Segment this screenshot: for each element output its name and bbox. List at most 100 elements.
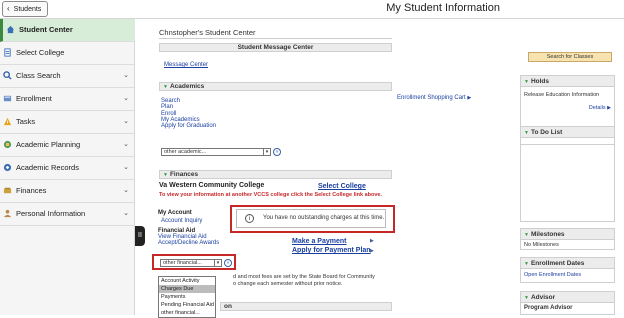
- message-center-header: Student Message Center: [159, 43, 392, 52]
- document-icon: [4, 48, 11, 57]
- milestones-header: ▼ Milestones: [521, 229, 614, 240]
- holds-item: Release Education Information: [524, 92, 600, 98]
- highlight-box-select: [152, 254, 236, 270]
- program-advisor-label: Program Advisor: [524, 305, 573, 311]
- sidebar-item-tasks[interactable]: Tasks ⌄: [0, 111, 135, 134]
- dropdown-option[interactable]: Payments: [159, 293, 215, 301]
- sidebar-item-select-college[interactable]: Select College: [0, 42, 135, 65]
- sidebar-item-label: Personal Information: [16, 209, 86, 218]
- sidebar-item-finances[interactable]: Finances ⌄: [0, 180, 135, 203]
- chevron-down-icon: ⌄: [123, 187, 129, 194]
- collapse-triangle-icon[interactable]: ▼: [524, 261, 529, 267]
- sidebar-item-label: Student Center: [19, 25, 73, 34]
- collapse-triangle-icon[interactable]: ▼: [524, 130, 529, 136]
- sidebar-item-personal-information[interactable]: Personal Information ⌄: [0, 203, 135, 226]
- chevron-down-icon: ⌄: [123, 72, 129, 79]
- collapse-triangle-icon[interactable]: ▼: [524, 79, 529, 85]
- milestones-panel: ▼ Milestones No Milestones: [520, 228, 615, 250]
- advisor-panel: ▼ Advisor Program Advisor: [520, 291, 615, 315]
- milestones-body: No Milestones: [524, 242, 559, 248]
- collapse-triangle-icon[interactable]: ▼: [163, 172, 168, 178]
- home-icon: [6, 25, 15, 34]
- arrow-right-icon: ▶: [370, 248, 374, 254]
- finances-header-label: Finances: [169, 171, 199, 178]
- search-icon: [3, 71, 12, 80]
- tuition-note-line1: d and most fees are set by the State Boa…: [233, 274, 375, 280]
- chevron-down-icon: ⌄: [123, 118, 129, 125]
- dropdown-option-selected[interactable]: Charges Due: [159, 285, 215, 293]
- sidebar-item-label: Class Search: [16, 71, 61, 80]
- back-button-label: Students: [13, 6, 42, 13]
- select-college-link[interactable]: Select College: [318, 183, 366, 190]
- open-enrollment-dates-link[interactable]: Open Enrollment Dates: [521, 269, 614, 281]
- enrollment-cart-link[interactable]: Enrollment Shopping Cart ▶: [397, 95, 471, 101]
- sidebar-item-academic-planning[interactable]: Academic Planning ⌄: [0, 134, 135, 157]
- chevron-left-icon: ‹: [7, 4, 10, 13]
- message-center-link[interactable]: Message Center: [164, 62, 208, 68]
- chevron-down-icon: ⌄: [123, 210, 129, 217]
- student-center-title: Chnstopher's Student Center: [159, 28, 256, 37]
- finances-dropdown-list: Account Activity Charges Due Payments Pe…: [158, 276, 216, 318]
- dropdown-option[interactable]: Pending Financial Aid: [159, 301, 215, 309]
- chevron-down-icon: ⌄: [123, 164, 129, 171]
- accept-decline-link[interactable]: Accept/Decline Awards: [158, 240, 219, 246]
- planning-icon: [3, 140, 12, 149]
- academics-link-apply-graduation[interactable]: Apply for Graduation: [161, 123, 216, 129]
- advisor-header: ▼ Advisor: [521, 292, 614, 303]
- holds-header-label: Holds: [530, 78, 550, 85]
- sidebar-item-label: Enrollment: [16, 94, 52, 103]
- finances-icon: [3, 187, 12, 194]
- dropdown-option[interactable]: other financial...: [159, 309, 215, 317]
- sidebar-item-label: Finances: [16, 186, 47, 195]
- collapse-triangle-icon[interactable]: ▼: [524, 232, 529, 238]
- person-icon: [3, 209, 12, 218]
- back-button[interactable]: ‹ Students: [2, 1, 48, 17]
- arrow-right-icon: ▶: [370, 238, 374, 244]
- academics-select[interactable]: other academic... ▾: [161, 148, 271, 156]
- select-college-notice: To view your information at another VCCS…: [159, 192, 383, 198]
- collapse-triangle-icon[interactable]: ▼: [163, 84, 168, 90]
- academics-select-value: other academic...: [164, 149, 207, 155]
- enrollment-dates-header: ▼ Enrollment Dates: [521, 258, 614, 269]
- milestones-header-label: Milestones: [530, 231, 565, 238]
- account-inquiry-link[interactable]: Account Inquiry: [161, 218, 202, 224]
- sidebar-item-label: Tasks: [16, 117, 36, 126]
- sidebar-item-label: Academic Planning: [16, 140, 81, 149]
- page-title: My Student Information: [386, 2, 500, 14]
- dropdown-option[interactable]: Account Activity: [159, 277, 215, 285]
- todo-panel: ▼ To Do List: [520, 126, 615, 222]
- finances-header: ▼ Finances: [159, 170, 392, 179]
- holds-details-label[interactable]: Details: [589, 105, 606, 111]
- apply-payment-plan-link[interactable]: Apply for Payment Plan: [292, 247, 371, 254]
- make-payment-link[interactable]: Make a Payment: [292, 238, 346, 245]
- todo-header-label: To Do List: [530, 129, 563, 136]
- collapse-triangle-icon[interactable]: ▼: [524, 295, 529, 301]
- sidebar-item-academic-records[interactable]: Academic Records ⌄: [0, 157, 135, 180]
- warning-icon: [3, 117, 12, 126]
- academics-go-button[interactable]: »: [273, 148, 281, 156]
- enrollment-dates-panel: ▼ Enrollment Dates Open Enrollment Dates: [520, 257, 615, 283]
- highlight-box-charges: [230, 205, 395, 233]
- holds-details-link[interactable]: Details ▶: [524, 105, 611, 111]
- holds-header: ▼ Holds: [521, 76, 614, 87]
- todo-header: ▼ To Do List: [521, 127, 614, 138]
- sidebar-item-label: Select College: [16, 48, 65, 57]
- sidebar-collapse-handle[interactable]: II: [135, 226, 145, 246]
- enrollment-dates-header-label: Enrollment Dates: [530, 260, 585, 267]
- sidebar: Student Center Select College Class Sear…: [0, 19, 135, 315]
- sidebar-item-enrollment[interactable]: Enrollment ⌄: [0, 88, 135, 111]
- top-bar: ‹ Students My Student Information: [0, 0, 624, 19]
- search-for-classes-button[interactable]: Search for Classes: [528, 52, 612, 62]
- sidebar-item-student-center[interactable]: Student Center: [0, 19, 135, 42]
- academics-links: Search Plan Enroll My Academics Apply fo…: [161, 98, 216, 129]
- chevron-down-icon: ⌄: [123, 141, 129, 148]
- sidebar-item-class-search[interactable]: Class Search ⌄: [0, 65, 135, 88]
- enrollment-icon: [3, 95, 12, 102]
- tuition-note-line2: o change each semester without prior not…: [233, 281, 343, 287]
- college-name: Va Western Community College: [159, 182, 265, 189]
- holds-body: Release Education Information Details ▶: [521, 87, 614, 114]
- enrollment-cart-label[interactable]: Enrollment Shopping Cart: [397, 95, 466, 101]
- chevron-down-icon: ⌄: [123, 95, 129, 102]
- records-icon: [3, 163, 12, 172]
- academics-header: ▼ Academics: [159, 82, 392, 91]
